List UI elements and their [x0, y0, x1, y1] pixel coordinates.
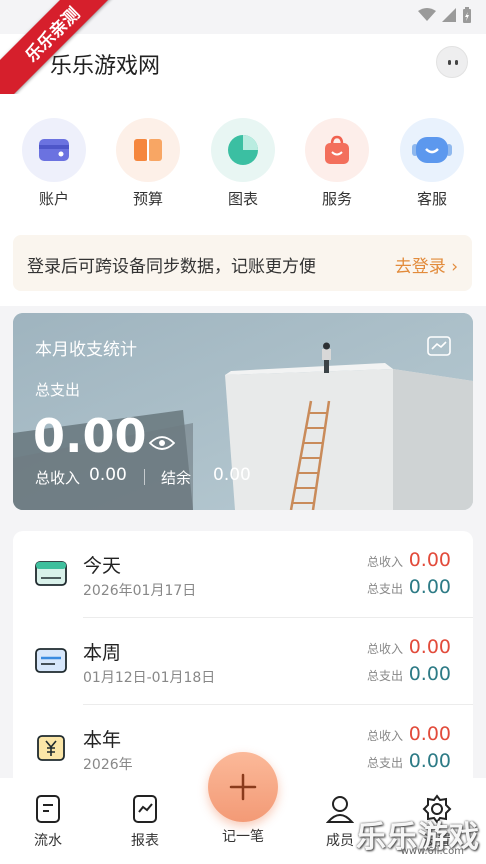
- chevron-right-icon: ›: [451, 257, 458, 277]
- status-icons: [418, 7, 472, 23]
- app-header: ‹ 乐乐游戏网: [0, 34, 486, 94]
- signal-icon: [442, 8, 456, 22]
- quick-item-budget[interactable]: 预算: [113, 118, 183, 209]
- quick-item-service[interactable]: 服务: [302, 118, 372, 209]
- login-banner-wrap: 登录后可跨设备同步数据，记账更方便 去登录 ›: [0, 220, 486, 306]
- expense-label: 总支出: [366, 582, 403, 596]
- expense-value: 0.00: [33, 409, 147, 463]
- nav-label: 报表: [131, 833, 159, 849]
- expense-label: 总支出: [366, 669, 403, 683]
- expense-label: 总支出: [366, 756, 403, 770]
- period-date: 2026年01月17日: [83, 583, 197, 599]
- wallet-card-icon: [22, 118, 86, 182]
- quick-label: 图表: [227, 190, 258, 208]
- quick-label: 客服: [416, 190, 447, 208]
- nav-label: 记一笔: [222, 829, 264, 845]
- income-value: 0.00: [408, 636, 451, 658]
- profile-avatar-button[interactable]: [436, 46, 468, 78]
- expense-value: 0.00: [408, 576, 451, 598]
- stats-title: 本月收支统计: [35, 340, 137, 360]
- page-title: 乐乐游戏网: [50, 54, 161, 79]
- trend-chart-icon[interactable]: [427, 336, 451, 356]
- period-name: 今天: [83, 555, 122, 577]
- expense-value: 0.00: [408, 750, 451, 772]
- nav-item-flow[interactable]: 流水: [18, 794, 78, 850]
- quick-label: 预算: [132, 190, 163, 208]
- nav-label: 流水: [34, 833, 62, 849]
- income-value: 0.00: [408, 549, 451, 571]
- login-link[interactable]: 去登录 ›: [395, 252, 458, 277]
- period-date: 01月12日-01月18日: [83, 670, 216, 686]
- avatar-eye-icon: [448, 60, 451, 65]
- week-card-icon: [35, 648, 67, 673]
- budget-icon: [116, 118, 180, 182]
- quick-label: 服务: [321, 190, 352, 208]
- quick-label: 账户: [38, 190, 69, 208]
- login-link-label: 去登录: [394, 257, 446, 277]
- plus-icon: [229, 773, 257, 801]
- quick-item-support[interactable]: 客服: [397, 118, 467, 209]
- expense-value: 0.00: [408, 663, 451, 685]
- income-label: 总收入: [366, 555, 403, 569]
- calendar-icon: [35, 561, 67, 586]
- nav-item-report[interactable]: 报表: [115, 794, 175, 850]
- income-label: 总收入: [366, 642, 403, 656]
- wifi-icon: [418, 8, 436, 21]
- yuan-calendar-icon: [37, 735, 65, 761]
- expense-label: 总支出: [35, 381, 81, 399]
- stats-divider: [144, 469, 145, 485]
- quick-item-account[interactable]: 账户: [19, 118, 89, 209]
- income-label: 总收入: [366, 729, 403, 743]
- balance-value: 0.00: [213, 465, 251, 485]
- quick-item-chart[interactable]: 图表: [208, 118, 278, 209]
- site-watermark-url: www.6ll.com: [400, 846, 464, 857]
- period-date: 2026年: [83, 757, 133, 773]
- customer-service-icon: [400, 118, 464, 182]
- balance-label: 结余: [161, 469, 192, 487]
- login-banner[interactable]: 登录后可跨设备同步数据，记账更方便 去登录 ›: [13, 235, 472, 291]
- member-icon: [325, 796, 355, 823]
- avatar-eye-icon: [455, 60, 458, 65]
- battery-icon: [463, 7, 471, 23]
- period-row-today[interactable]: 今天 2026年01月17日 总收入 0.00 总支出 0.00: [13, 531, 473, 618]
- bill-list-icon: [36, 795, 60, 823]
- period-name: 本周: [83, 642, 122, 664]
- income-label: 总收入: [35, 469, 81, 487]
- shopping-bag-icon: [305, 118, 369, 182]
- add-record-button[interactable]: [208, 752, 278, 822]
- income-value: 0.00: [89, 465, 127, 485]
- report-icon: [133, 795, 157, 823]
- login-banner-text: 登录后可跨设备同步数据，记账更方便: [27, 257, 316, 277]
- period-row-week[interactable]: 本周 01月12日-01月18日 总收入 0.00 总支出 0.00: [13, 618, 473, 705]
- nav-item-add[interactable]: 记一笔: [209, 824, 277, 846]
- eye-icon[interactable]: [149, 435, 175, 451]
- quick-actions: 账户 预算 图表 服务 客服: [0, 94, 486, 220]
- income-value: 0.00: [408, 723, 451, 745]
- pie-chart-icon: [211, 118, 275, 182]
- period-name: 本年: [83, 729, 122, 751]
- monthly-stats-card[interactable]: 本月收支统计 总支出 0.00 总收入 0.00 结余 0.00: [13, 313, 473, 510]
